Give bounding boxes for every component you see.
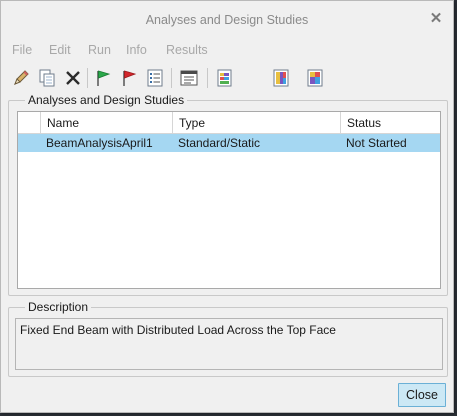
close-icon[interactable]: ✕ [427,10,445,28]
results-icon-2[interactable] [269,65,293,91]
analyses-dialog: Analyses and Design Studies ✕ File Edit … [0,0,454,413]
header-spacer [18,112,41,134]
cell-type: Standard/Static [178,136,261,150]
results-icon-3[interactable] [303,65,327,91]
cell-name: BeamAnalysisApril1 [46,136,153,150]
toolbar-separator [207,68,208,88]
studies-group-label: Analyses and Design Studies [25,93,188,107]
column-header-type[interactable]: Type [173,112,341,134]
studies-table[interactable]: Name Type Status BeamAnalysisApril1 Stan… [17,111,441,289]
column-header-status[interactable]: Status [341,112,440,134]
toolbar [7,65,447,93]
display-study-status-icon[interactable] [177,65,201,91]
menu-bar: File Edit Run Info Results [1,39,453,61]
menu-run[interactable]: Run [88,43,111,57]
menu-results[interactable]: Results [166,43,208,57]
description-text: Fixed End Beam with Distributed Load Acr… [15,318,443,370]
results-icon-1[interactable] [213,65,237,91]
toolbar-separator [87,68,88,88]
table-header: Name Type Status [18,112,440,134]
delete-icon[interactable] [61,65,85,91]
close-button[interactable]: Close [398,383,446,407]
copy-icon[interactable] [35,65,59,91]
column-header-name[interactable]: Name [41,112,173,134]
red-flag-icon[interactable] [117,65,141,91]
green-flag-icon[interactable] [91,65,115,91]
table-row[interactable]: BeamAnalysisApril1 Standard/Static Not S… [18,134,440,152]
menu-edit[interactable]: Edit [49,43,71,57]
menu-info[interactable]: Info [126,43,147,57]
pencil-icon[interactable] [9,65,33,91]
menu-file[interactable]: File [12,43,32,57]
toolbar-separator [171,68,172,88]
title-bar[interactable]: Analyses and Design Studies ✕ [1,1,453,37]
list-icon[interactable] [143,65,167,91]
description-group-label: Description [25,300,92,314]
cell-status: Not Started [346,136,407,150]
window-title: Analyses and Design Studies [145,13,309,27]
